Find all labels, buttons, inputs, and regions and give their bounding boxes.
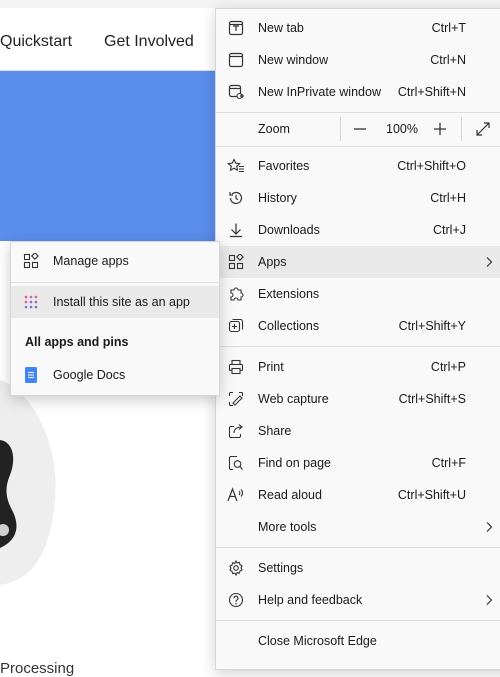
menu-item-label: Help and feedback — [258, 593, 363, 607]
nav-link-quickstart[interactable]: Quickstart — [0, 33, 72, 51]
menu-divider — [216, 547, 500, 548]
menu-item-label: New tab — [258, 21, 304, 35]
menu-item-favorites[interactable]: Favorites Ctrl+Shift+O — [216, 150, 500, 182]
menu-item-extensions[interactable]: Extensions — [216, 278, 500, 310]
submenu-item-install-site[interactable]: Install this site as an app — [11, 286, 219, 318]
zoom-out-button[interactable] — [350, 119, 370, 139]
zoom-level: 100% — [386, 122, 418, 136]
menu-item-shortcut: Ctrl+Shift+U — [397, 488, 466, 502]
find-icon — [227, 454, 245, 472]
submenu-item-label: Manage apps — [53, 254, 129, 268]
extensions-icon — [227, 285, 245, 303]
submenu-item-manage-apps[interactable]: Manage apps — [11, 245, 219, 277]
share-icon — [227, 422, 245, 440]
help-icon — [227, 591, 245, 609]
menu-item-web-capture[interactable]: Web capture Ctrl+Shift+S — [216, 383, 500, 415]
menu-divider — [216, 146, 500, 147]
menu-item-label: Print — [258, 360, 284, 374]
apps-icon — [23, 253, 39, 269]
menu-item-collections[interactable]: Collections Ctrl+Shift+Y — [216, 310, 500, 342]
submenu-item-google-docs[interactable]: Google Docs — [11, 359, 219, 391]
fullscreen-icon — [476, 122, 490, 136]
print-icon — [227, 358, 245, 376]
new-tab-icon — [227, 19, 245, 37]
menu-item-label: Web capture — [258, 392, 329, 406]
menu-item-shortcut: Ctrl+Shift+S — [398, 392, 466, 406]
menu-item-new-tab[interactable]: New tab Ctrl+T — [216, 12, 500, 44]
menu-item-new-window[interactable]: New window Ctrl+N — [216, 44, 500, 76]
menu-item-label: New window — [258, 53, 329, 67]
submenu-item-label: Google Docs — [53, 368, 126, 382]
menu-item-label: More tools — [258, 520, 317, 534]
apps-submenu: Manage apps Install this site as an app … — [10, 241, 220, 396]
menu-item-label: Favorites — [258, 159, 310, 173]
menu-item-read-aloud[interactable]: Read aloud Ctrl+Shift+U — [216, 479, 500, 511]
minus-icon — [354, 128, 366, 130]
submenu-heading: All apps and pins — [25, 335, 129, 349]
menu-item-more-tools[interactable]: More tools — [216, 511, 500, 543]
menu-item-shortcut: Ctrl+J — [433, 223, 466, 237]
downloads-icon — [227, 221, 245, 239]
edge-settings-menu: New tab Ctrl+T New window Ctrl+N New InP… — [215, 8, 500, 670]
menu-item-shortcut: Ctrl+N — [430, 53, 466, 67]
menu-item-shortcut: Ctrl+Shift+N — [397, 85, 466, 99]
chevron-right-icon — [486, 257, 493, 267]
history-icon — [227, 189, 245, 207]
menu-item-share[interactable]: Share — [216, 415, 500, 447]
submenu-divider — [11, 282, 219, 283]
menu-item-apps[interactable]: Apps — [216, 246, 500, 278]
menu-item-print[interactable]: Print Ctrl+P — [216, 351, 500, 383]
zoom-label: Zoom — [258, 122, 290, 136]
settings-icon — [227, 559, 245, 577]
inprivate-icon — [227, 83, 245, 101]
illustration-graphic — [0, 380, 56, 585]
apps-icon — [227, 253, 245, 271]
menu-item-shortcut: Ctrl+T — [431, 21, 466, 35]
menu-item-shortcut: Ctrl+Shift+O — [397, 159, 466, 173]
menu-item-label: Apps — [258, 255, 287, 269]
zoom-divider — [461, 117, 462, 141]
menu-item-shortcut: Ctrl+P — [430, 360, 466, 374]
menu-item-label: Settings — [258, 561, 304, 575]
menu-item-label: History — [258, 191, 297, 205]
menu-item-downloads[interactable]: Downloads Ctrl+J — [216, 214, 500, 246]
menu-item-label: Close Microsoft Edge — [258, 634, 377, 648]
zoom-control: Zoom 100% — [216, 113, 500, 145]
menu-item-find-on-page[interactable]: Find on page Ctrl+F — [216, 447, 500, 479]
menu-item-help-and-feedback[interactable]: Help and feedback — [216, 584, 500, 616]
plus-icon — [434, 123, 446, 135]
menu-item-label: Share — [258, 424, 292, 438]
menu-item-new-inprivate-window[interactable]: New InPrivate window Ctrl+Shift+N — [216, 76, 500, 108]
web-capture-icon — [227, 390, 245, 408]
menu-divider — [216, 620, 500, 621]
install-site-icon — [23, 294, 39, 310]
menu-item-label: Extensions — [258, 287, 320, 301]
new-window-icon — [227, 51, 245, 69]
page-text-fragment: Processing — [0, 660, 75, 677]
menu-item-label: Collections — [258, 319, 320, 333]
favorites-icon — [227, 157, 245, 175]
menu-item-shortcut: Ctrl+F — [431, 456, 466, 470]
google-docs-icon — [23, 367, 39, 383]
menu-item-label: Read aloud — [258, 488, 322, 502]
zoom-divider — [340, 117, 341, 141]
chevron-right-icon — [486, 595, 493, 605]
menu-item-label: New InPrivate window — [258, 85, 381, 99]
read-aloud-icon — [227, 486, 245, 504]
zoom-in-button[interactable] — [430, 119, 450, 139]
menu-item-close-edge[interactable]: Close Microsoft Edge — [216, 625, 500, 657]
nav-link-get-involved[interactable]: Get Involved — [104, 33, 194, 51]
collections-icon — [227, 317, 245, 335]
fullscreen-button[interactable] — [473, 119, 493, 139]
chevron-right-icon — [486, 522, 493, 532]
menu-item-settings[interactable]: Settings — [216, 552, 500, 584]
menu-item-shortcut: Ctrl+Shift+Y — [398, 319, 466, 333]
menu-item-shortcut: Ctrl+H — [430, 191, 466, 205]
menu-item-label: Downloads — [258, 223, 320, 237]
menu-item-label: Find on page — [258, 456, 331, 470]
menu-item-history[interactable]: History Ctrl+H — [216, 182, 500, 214]
submenu-item-label: Install this site as an app — [53, 295, 190, 309]
menu-divider — [216, 346, 500, 347]
